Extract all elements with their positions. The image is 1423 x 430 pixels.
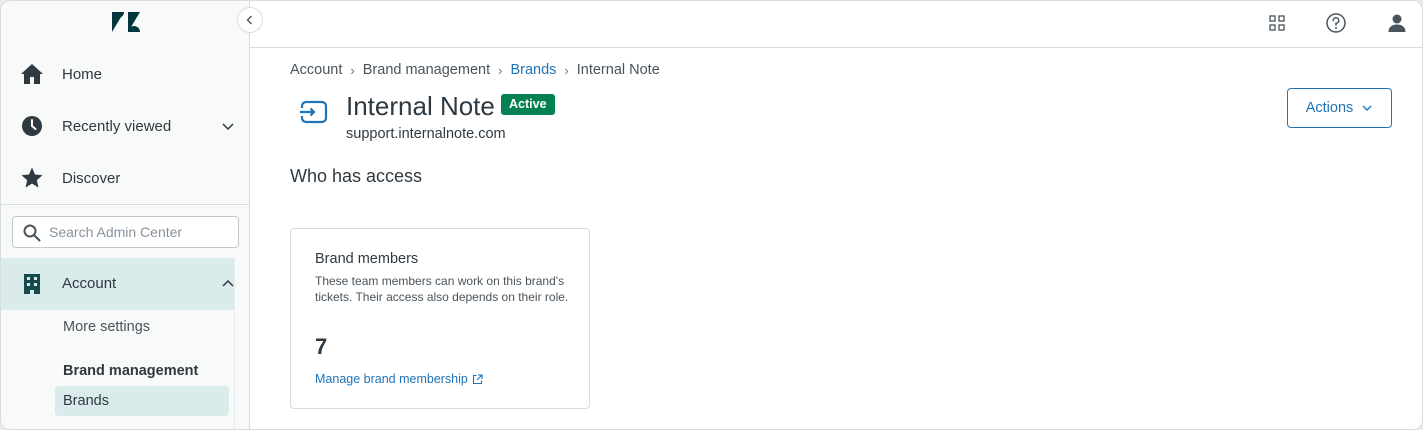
- sidebar-item-discover[interactable]: Discover: [1, 152, 249, 204]
- breadcrumb: Account › Brand management › Brands › In…: [290, 62, 660, 78]
- top-bar: [250, 1, 1422, 48]
- sidebar-item-label: Recently viewed: [62, 117, 172, 135]
- breadcrumb-separator-icon: ›: [498, 62, 503, 78]
- member-count: 7: [315, 334, 328, 359]
- brand-logo-icon: [298, 100, 328, 124]
- star-icon: [21, 167, 43, 188]
- sidebar-item-recently-viewed[interactable]: Recently viewed: [1, 100, 249, 152]
- sidebar-subitem-brands[interactable]: Brands: [55, 386, 229, 416]
- apps-grid-icon[interactable]: [1266, 12, 1288, 34]
- manage-brand-membership-link[interactable]: Manage brand membership: [315, 372, 483, 386]
- breadcrumb-separator-icon: ›: [350, 62, 355, 78]
- status-badge: Active: [501, 94, 555, 115]
- zendesk-logo[interactable]: [111, 10, 141, 34]
- help-icon[interactable]: [1325, 12, 1347, 34]
- breadcrumb-current: Internal Note: [576, 62, 660, 78]
- sidebar-item-account[interactable]: Account: [1, 258, 234, 310]
- breadcrumb-account[interactable]: Account: [290, 62, 342, 78]
- sidebar-item-label: Account: [62, 275, 117, 292]
- collapse-sidebar-button[interactable]: [237, 7, 263, 33]
- clock-icon: [22, 116, 42, 136]
- sidebar: Home Recently viewed Discover Search Adm…: [1, 1, 250, 429]
- card-title: Brand members: [315, 251, 419, 267]
- breadcrumb-brand-management[interactable]: Brand management: [363, 62, 490, 78]
- sidebar-subheading-brand-management: Brand management: [63, 363, 199, 379]
- home-icon: [21, 64, 43, 84]
- sidebar-subitem-more-settings[interactable]: More settings: [63, 319, 150, 335]
- actions-button[interactable]: Actions: [1287, 88, 1392, 128]
- sidebar-item-label: Home: [62, 65, 103, 83]
- card-description: These team members can work on this bran…: [315, 274, 569, 304]
- external-link-icon: [472, 373, 483, 384]
- chevron-down-icon: [1362, 105, 1372, 111]
- chevron-down-icon[interactable]: [220, 118, 236, 134]
- sidebar-subitem-label: Brands: [63, 393, 109, 409]
- actions-button-label: Actions: [1305, 100, 1354, 116]
- brand-members-card: Brand members These team members can wor…: [290, 228, 590, 409]
- building-icon: [24, 274, 40, 294]
- brand-url: support.internalnote.com: [346, 126, 506, 142]
- user-icon[interactable]: [1386, 12, 1408, 34]
- breadcrumb-separator-icon: ›: [564, 62, 569, 78]
- divider: [1, 204, 249, 205]
- app-window: Home Recently viewed Discover Search Adm…: [0, 0, 1423, 430]
- sidebar-item-home[interactable]: Home: [1, 48, 249, 100]
- sidebar-scrollbar[interactable]: [234, 258, 249, 429]
- breadcrumb-brands[interactable]: Brands: [510, 62, 556, 78]
- search-input[interactable]: [49, 221, 234, 243]
- main-content: Account › Brand management › Brands › In…: [250, 48, 1422, 429]
- page-title: Internal Note: [346, 91, 495, 121]
- search-icon: [23, 224, 41, 242]
- search-box[interactable]: [12, 216, 239, 248]
- link-label: Manage brand membership: [315, 372, 468, 386]
- chevron-left-icon: [246, 15, 252, 25]
- sidebar-item-label: Discover: [62, 169, 121, 187]
- section-title: Who has access: [290, 166, 423, 186]
